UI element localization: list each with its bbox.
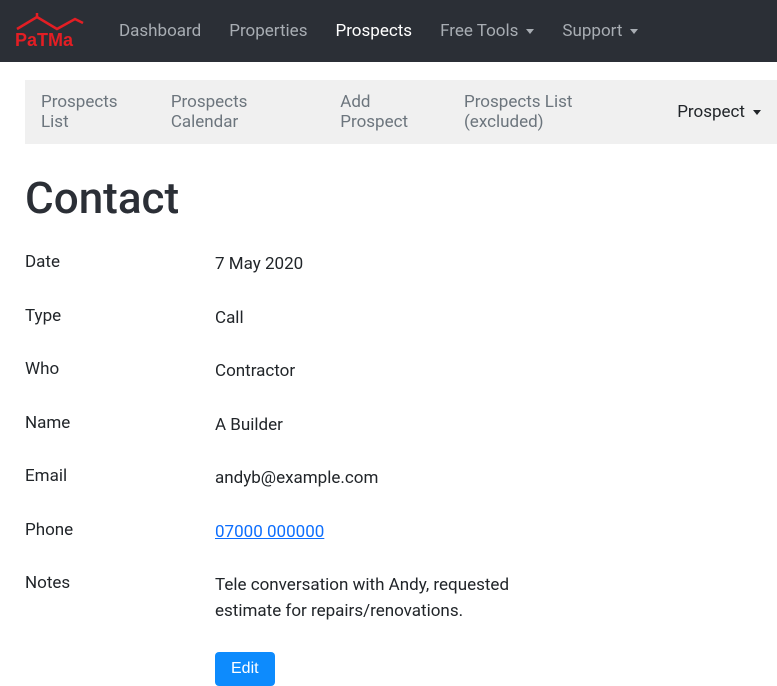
subnav-prospect[interactable]: Prospect — [677, 102, 761, 122]
subnav: Prospects List Prospects Calendar Add Pr… — [25, 80, 777, 144]
field-label: Who — [25, 359, 215, 385]
field-label: Email — [25, 466, 215, 492]
field-label: Type — [25, 306, 215, 332]
logo[interactable]: PaTMa — [15, 11, 85, 51]
subnav-label: Prospects Calendar — [171, 92, 248, 132]
nav-label: Prospects — [335, 21, 412, 41]
nav-label: Support — [562, 21, 622, 41]
field-value: 7 May 2020 — [215, 252, 303, 278]
field-value: Contractor — [215, 359, 295, 385]
chevron-down-icon — [526, 29, 534, 34]
nav-support[interactable]: Support — [548, 13, 652, 49]
edit-button[interactable]: Edit — [215, 652, 275, 686]
field-who: Who Contractor — [25, 359, 752, 385]
field-notes: Notes Tele conversation with Andy, reque… — [25, 573, 752, 624]
subnav-add-prospect[interactable]: Add Prospect — [340, 92, 442, 132]
field-name: Name A Builder — [25, 413, 752, 439]
subnav-label: Add Prospect — [340, 92, 408, 132]
nav-label: Free Tools — [440, 21, 518, 41]
nav-label: Properties — [229, 21, 307, 41]
page-title: Contact — [25, 172, 777, 224]
field-date: Date 7 May 2020 — [25, 252, 752, 278]
field-value: A Builder — [215, 413, 283, 439]
chevron-down-icon — [753, 110, 761, 115]
field-label: Date — [25, 252, 215, 278]
field-email: Email andyb@example.com — [25, 466, 752, 492]
navbar: PaTMa Dashboard Properties Prospects Fre… — [0, 0, 777, 62]
subnav-label: Prospects List — [41, 92, 118, 132]
field-value: Call — [215, 306, 244, 332]
nav-items: Dashboard Properties Prospects Free Tool… — [105, 13, 652, 49]
subnav-label: Prospects List (excluded) — [464, 92, 572, 132]
field-label: Name — [25, 413, 215, 439]
nav-prospects[interactable]: Prospects — [321, 13, 426, 49]
svg-text:PaTMa: PaTMa — [15, 30, 74, 50]
field-type: Type Call — [25, 306, 752, 332]
field-value: andyb@example.com — [215, 466, 378, 492]
field-value: Tele conversation with Andy, requested e… — [215, 573, 575, 624]
subnav-prospects-list[interactable]: Prospects List — [41, 92, 149, 132]
nav-label: Dashboard — [119, 21, 201, 41]
chevron-down-icon — [630, 29, 638, 34]
subnav-prospects-list-excluded[interactable]: Prospects List (excluded) — [464, 92, 655, 132]
nav-properties[interactable]: Properties — [215, 13, 321, 49]
nav-dashboard[interactable]: Dashboard — [105, 13, 215, 49]
subnav-prospects-calendar[interactable]: Prospects Calendar — [171, 92, 318, 132]
field-phone: Phone 07000 000000 — [25, 520, 752, 546]
phone-link[interactable]: 07000 000000 — [215, 522, 324, 542]
logo-icon: PaTMa — [15, 11, 85, 51]
field-label: Notes — [25, 573, 215, 624]
content: Date 7 May 2020 Type Call Who Contractor… — [0, 252, 777, 686]
field-value: 07000 000000 — [215, 520, 324, 546]
subnav-label: Prospect — [677, 102, 745, 122]
field-label: Phone — [25, 520, 215, 546]
nav-free-tools[interactable]: Free Tools — [426, 13, 548, 49]
